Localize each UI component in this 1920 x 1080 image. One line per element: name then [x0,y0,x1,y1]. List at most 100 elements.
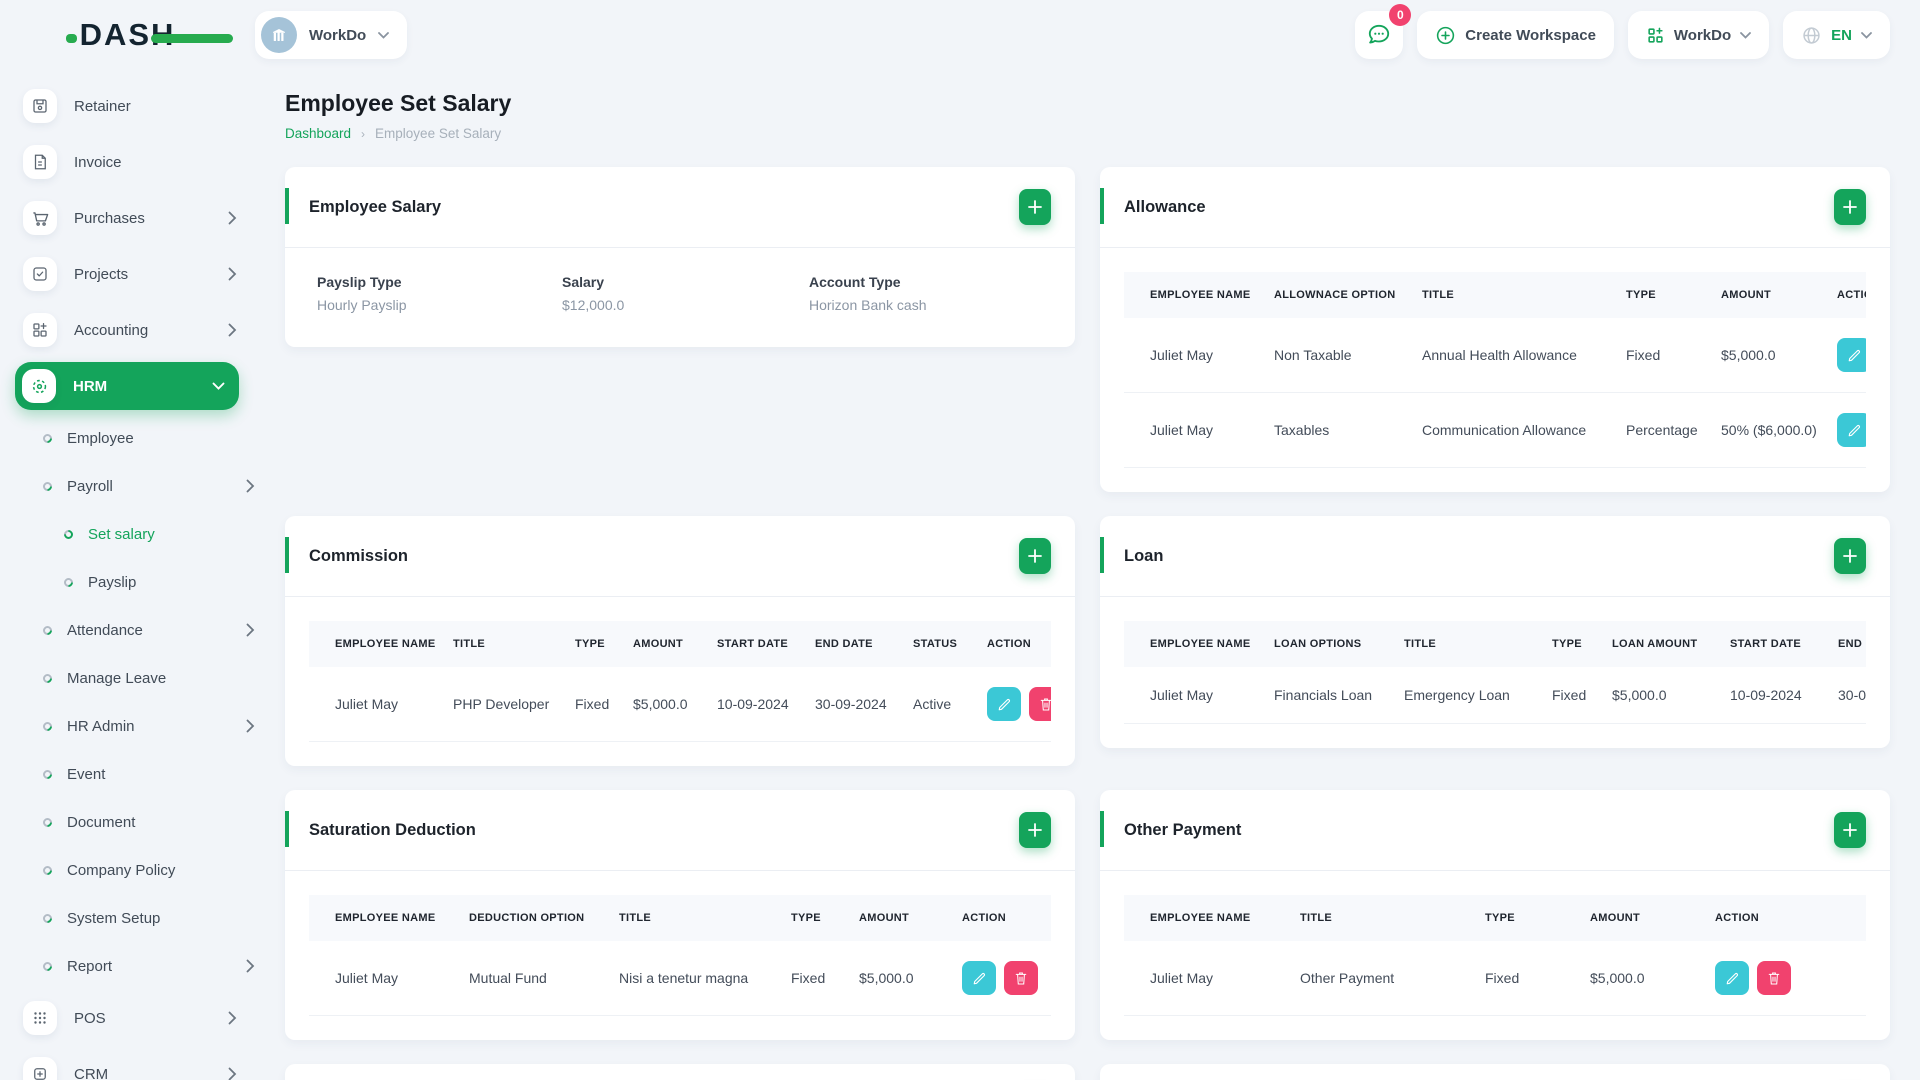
add-commission-button[interactable] [1019,538,1051,574]
company-dropdown[interactable]: WorkDo [1627,11,1770,59]
sidebar-item-accounting[interactable]: Accounting [0,302,255,358]
plus-icon [1028,200,1042,214]
plus-icon [1843,200,1857,214]
breadcrumb-separator-icon: › [361,126,366,141]
table-cell: Active [887,667,961,742]
column-header: START DATE [691,621,789,667]
breadcrumb-dashboard-link[interactable]: Dashboard [285,126,351,141]
sidebar-item-company-policy[interactable]: Company Policy [0,846,255,894]
table-cell: Juliet May [1124,667,1248,724]
sidebar-item-manage-leave[interactable]: Manage Leave [0,654,255,702]
language-dropdown[interactable]: EN [1783,11,1890,59]
sidebar-item-event[interactable]: Event [0,750,255,798]
action-cell [1811,392,1866,468]
sidebar-item-attendance[interactable]: Attendance [0,606,255,654]
projects-icon [23,257,57,291]
sidebar-item-projects[interactable]: Projects [0,246,255,302]
column-header: AMOUNT [833,895,936,941]
chevron-down-icon [378,31,390,39]
sidebar-item-label: Attendance [67,621,143,639]
plus-icon [1028,549,1042,563]
company-dropdown-label: WorkDo [1673,26,1732,44]
edit-button[interactable] [962,961,996,995]
edit-button[interactable] [1715,961,1749,995]
sidebar-item-purchases[interactable]: Purchases [0,190,255,246]
table-cell: $5,000.0 [1695,318,1811,393]
column-header: TYPE [549,621,607,667]
create-workspace-button[interactable]: Create Workspace [1417,11,1614,59]
card-accent-bar [285,811,289,847]
sidebar-item-retainer[interactable]: Retainer [0,78,255,134]
pos-icon [23,1001,57,1035]
field-payslip-type: Payslip Type Hourly Payslip [317,274,407,313]
card-title: Saturation Deduction [309,820,476,839]
edit-button[interactable] [1837,338,1866,372]
sidebar-item-label: Employee [67,429,134,447]
add-other-payment-button[interactable] [1834,812,1866,848]
table-cell: Annual Health Allowance [1396,318,1600,393]
edit-button[interactable] [987,687,1021,721]
saturation-deduction-table: EMPLOYEE NAME DEDUCTION OPTION TITLE TYPE AM… [309,895,1051,1016]
column-header: EMPLOYEE NAME [1124,272,1250,318]
sidebar-item-hr-admin[interactable]: HR Admin [0,702,255,750]
sidebar-item-set-salary[interactable]: Set salary [0,510,255,558]
messages-button[interactable]: 0 [1355,4,1412,59]
action-cell [936,941,1051,1016]
table-cell: Juliet May [1124,941,1274,1016]
table-row: Juliet May Other Payment Fixed $5,000.0 [1124,941,1866,1016]
card-accent-bar [1100,811,1104,847]
main-content: Employee Set Salary Dashboard › Employee… [255,0,1920,1080]
delete-button[interactable] [1029,687,1051,721]
edit-button[interactable] [1837,413,1866,447]
delete-button[interactable] [1004,961,1038,995]
bullet-icon [41,863,54,877]
table-cell: 30-09-2024 [789,667,887,742]
card-accent-bar [1100,188,1104,224]
sidebar-item-payroll[interactable]: Payroll [0,462,255,510]
column-header: TITLE [1274,895,1459,941]
sidebar-item-invoice[interactable]: Invoice [0,134,255,190]
plus-icon [1843,823,1857,837]
sidebar-item-crm[interactable]: CRM [0,1046,255,1080]
sidebar-item-document[interactable]: Document [0,798,255,846]
bullet-icon [41,479,54,493]
column-header: ALLOWNACE OPTION [1248,272,1396,318]
table-cell: Fixed [549,667,609,742]
table-row: Juliet May Financials Loan Emergency Loan F… [1124,667,1866,724]
column-header: LOAN OPTIONS [1248,621,1378,667]
workspace-switcher[interactable]: WorkDo [255,11,408,59]
app-logo[interactable]: DASH [54,17,234,53]
sidebar-item-hrm[interactable]: HRM [15,362,239,410]
breadcrumb-current: Employee Set Salary [375,126,502,141]
sidebar-item-label: Invoice [74,153,122,171]
bullet-icon [41,719,54,733]
table-cell: Fixed [1600,318,1695,393]
add-saturation-deduction-button[interactable] [1019,812,1051,848]
column-header: END DATE [789,621,887,667]
sidebar-item-pos[interactable]: POS [0,990,255,1046]
add-loan-button[interactable] [1834,538,1866,574]
allowance-table: EMPLOYEE NAME ALLOWNACE OPTION TITLE TYPE AM… [1124,272,1866,468]
table-cell: Percentage [1600,392,1698,468]
add-allowance-button[interactable] [1834,189,1866,225]
delete-button[interactable] [1757,961,1791,995]
bullet-icon [41,431,54,445]
action-cell [961,667,1051,742]
cards-grid: Employee Salary Payslip Type Hourly Pays… [285,167,1890,1080]
field-salary: Salary $12,000.0 [562,274,625,313]
table-cell: Financials Loan [1248,667,1378,724]
add-employee-salary-button[interactable] [1019,189,1051,225]
chat-icon [1369,24,1390,44]
sidebar-item-label: Document [67,813,136,831]
sidebar-item-employee[interactable]: Employee [0,414,255,462]
chevron-right-icon [228,1067,237,1080]
table-row: Juliet May PHP Developer Fixed $5,000.0 10-0… [309,667,1051,742]
column-header: TITLE [1378,621,1526,667]
sidebar-item-report[interactable]: Report [0,942,255,990]
table-row: Juliet May Non Taxable Annual Health Allow… [1124,318,1866,393]
sidebar-item-payslip[interactable]: Payslip [0,558,255,606]
sidebar-item-system-setup[interactable]: System Setup [0,894,255,942]
table-cell: Emergency Loan [1378,667,1526,724]
invoice-icon [23,145,57,179]
column-header: TITLE [1396,272,1600,318]
